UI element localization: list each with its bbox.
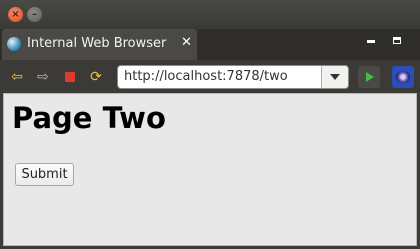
eclipse-logo-button[interactable] <box>392 66 414 88</box>
url-history-dropdown[interactable] <box>321 66 348 88</box>
tab-internal-web-browser[interactable]: Internal Web Browser ✕ <box>2 29 197 60</box>
window-titlebar: × – <box>0 0 420 29</box>
submit-button[interactable]: Submit <box>15 163 74 186</box>
url-text: http://localhost:7878/two <box>124 69 288 84</box>
tab-title: Internal Web Browser <box>27 36 167 51</box>
window-close-button[interactable]: × <box>8 7 23 22</box>
view-minimize-icon[interactable] <box>367 40 375 43</box>
tab-strip: Internal Web Browser ✕ <box>0 29 420 60</box>
window-minimize-button[interactable]: – <box>27 7 42 22</box>
chevron-down-icon <box>330 74 340 80</box>
url-input[interactable]: http://localhost:7878/two <box>117 65 349 89</box>
view-maximize-icon[interactable] <box>393 37 401 44</box>
page-content-area: Page Two Submit <box>3 93 417 246</box>
forward-arrow-icon[interactable]: ⇨ <box>33 67 53 87</box>
tab-close-icon[interactable]: ✕ <box>181 35 192 50</box>
page-heading: Page Two <box>12 101 166 135</box>
go-button[interactable] <box>358 66 380 88</box>
refresh-icon[interactable]: ⟳ <box>86 67 106 87</box>
play-icon <box>366 72 374 82</box>
globe-icon <box>7 37 21 51</box>
back-arrow-icon[interactable]: ⇦ <box>7 67 27 87</box>
stop-icon[interactable] <box>60 67 80 87</box>
eclipse-logo-icon <box>396 71 410 83</box>
